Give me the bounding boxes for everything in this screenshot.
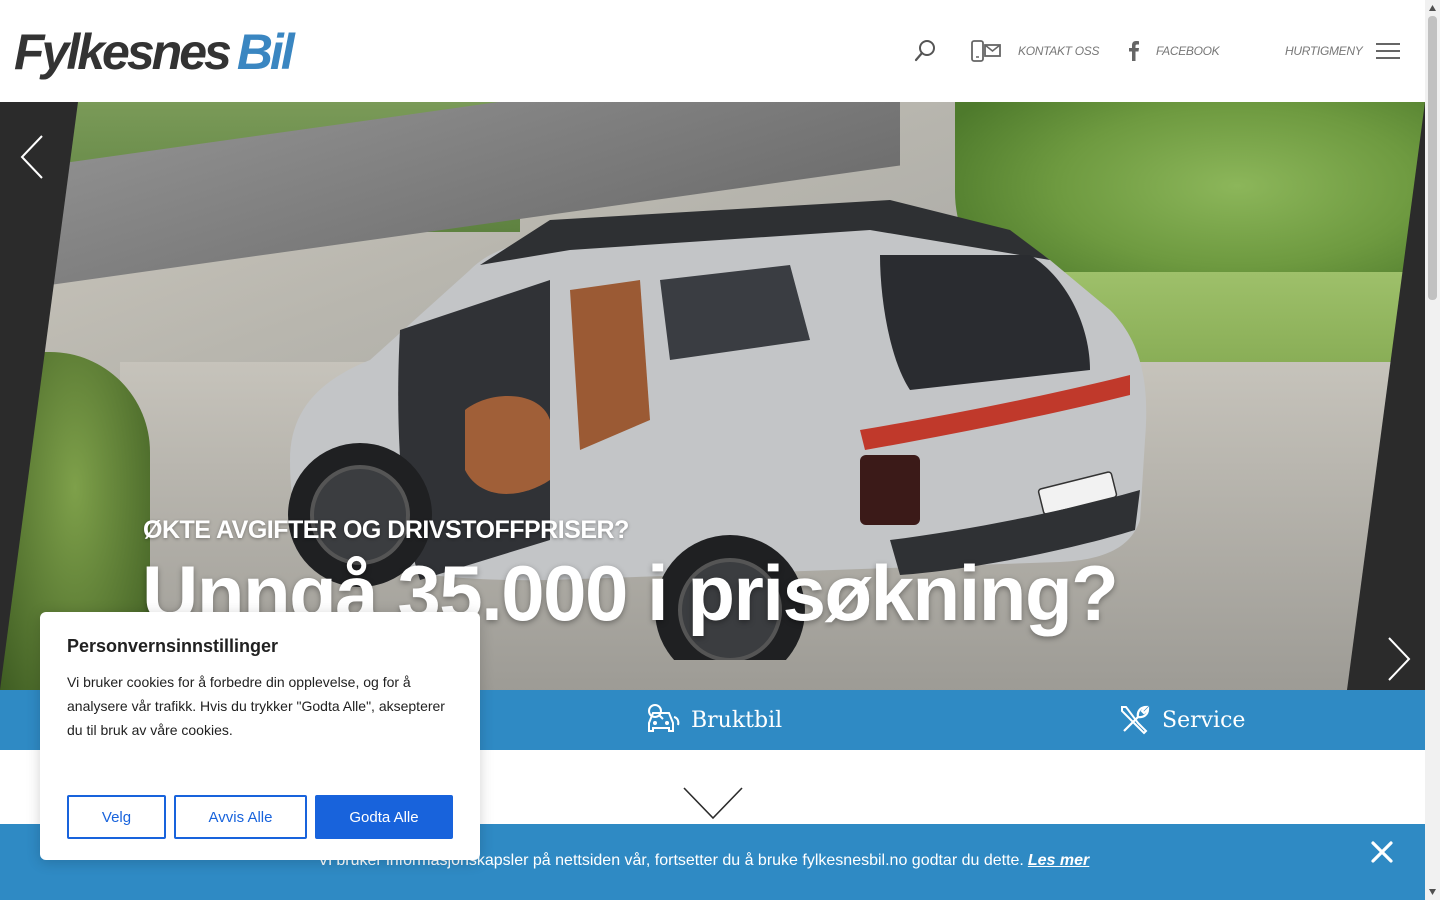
- hero-subtitle: ØKTE AVGIFTER OG DRIVSTOFFPRISER?: [143, 516, 629, 544]
- site-logo[interactable]: Fylkesnes Bil: [14, 24, 295, 80]
- hamburger-icon: [1376, 43, 1401, 59]
- consent-reject-all-button[interactable]: Avvis Alle: [174, 795, 307, 839]
- chevron-left-icon: [20, 135, 43, 179]
- consent-modal: Personvernsinnstillinger Vi bruker cooki…: [40, 612, 480, 860]
- quick-menu-button[interactable]: HURTIGMENY: [1285, 38, 1402, 64]
- hero-slider: ØKTE AVGIFTER OG DRIVSTOFFPRISER? Unngå …: [0, 102, 1425, 690]
- facebook-link[interactable]: FACEBOOK: [1126, 38, 1220, 64]
- consent-title: Personvernsinnstillinger: [67, 636, 279, 656]
- close-icon[interactable]: [1368, 838, 1396, 866]
- phone-mail-icon: [971, 40, 1001, 62]
- page: Fylkesnes Bil KONTAKT OSS FACEBOOK HURTIG…: [0, 0, 1440, 900]
- consent-body: Vi bruker cookies for å forbedre din opp…: [67, 674, 445, 738]
- search-button[interactable]: [912, 38, 938, 64]
- scroll-down-arrow-icon[interactable]: [1428, 887, 1437, 896]
- nav-service-label: Service: [1162, 707, 1246, 733]
- scroll-up-arrow-icon[interactable]: [1428, 4, 1437, 13]
- search-icon: [914, 40, 935, 62]
- site-header: Fylkesnes Bil KONTAKT OSS FACEBOOK HURTIG…: [0, 0, 1425, 102]
- facebook-icon: [1129, 41, 1139, 61]
- contact-label: KONTAKT OSS: [1018, 44, 1100, 58]
- nav-service[interactable]: Service: [1118, 690, 1245, 750]
- contact-link[interactable]: KONTAKT OSS: [970, 38, 1099, 64]
- slider-prev-button[interactable]: [16, 132, 56, 182]
- scrollbar-thumb[interactable]: [1428, 16, 1437, 300]
- nav-bruktbil-label: Bruktbil: [691, 707, 783, 733]
- scroll-down-chevron-icon[interactable]: [683, 786, 743, 820]
- logo-text-bil: Bil: [236, 24, 295, 80]
- quick-menu-label: HURTIGMENY: [1285, 44, 1363, 58]
- chevron-right-icon: [1388, 637, 1411, 681]
- consent-accept-all-button[interactable]: Godta Alle: [315, 795, 453, 839]
- logo-text-fylkesnes: Fylkesnes: [14, 24, 232, 80]
- car-search-icon: [648, 704, 680, 732]
- wrench-icon: [1121, 705, 1150, 735]
- consent-customize-button[interactable]: Velg: [67, 795, 166, 839]
- page-scrollbar[interactable]: [1425, 0, 1440, 900]
- slider-next-button[interactable]: [1375, 634, 1415, 684]
- nav-bruktbil[interactable]: Bruktbil: [645, 690, 782, 750]
- facebook-label: FACEBOOK: [1156, 44, 1220, 58]
- cookie-read-more-link[interactable]: Les mer: [1028, 852, 1089, 869]
